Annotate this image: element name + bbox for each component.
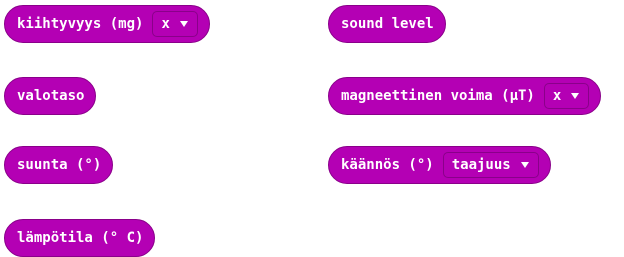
light-level-label: valotaso [17,88,85,104]
rotation-kind-dropdown[interactable]: taajuus [442,152,539,178]
rotation-label: käännös (°) [341,157,434,173]
acceleration-axis-value: x [161,16,170,32]
light-level-block[interactable]: valotaso [4,77,97,115]
acceleration-axis-dropdown[interactable]: x [152,11,198,37]
compass-heading-label: suunta (°) [17,157,102,173]
compass-heading-block[interactable]: suunta (°) [4,146,114,184]
temperature-block[interactable]: lämpötila (° C) [4,219,156,257]
caret-down-icon [179,20,189,28]
sound-level-label: sound level [341,16,434,32]
caret-down-icon [520,161,530,169]
rotation-kind-value: taajuus [451,157,511,173]
magnetic-force-label: magneettinen voima (μT) [341,88,535,104]
caret-down-icon [570,92,580,100]
temperature-label: lämpötila (° C) [17,230,144,246]
magnetic-axis-dropdown[interactable]: x [543,83,590,109]
magnetic-force-block[interactable]: magneettinen voima (μT) x [328,77,602,115]
sound-level-block[interactable]: sound level [328,5,446,43]
magnetic-axis-value: x [552,88,562,104]
rotation-block[interactable]: käännös (°) taajuus [328,146,551,184]
acceleration-label: kiihtyvyys (mg) [17,16,144,32]
acceleration-block[interactable]: kiihtyvyys (mg) x [4,5,210,43]
